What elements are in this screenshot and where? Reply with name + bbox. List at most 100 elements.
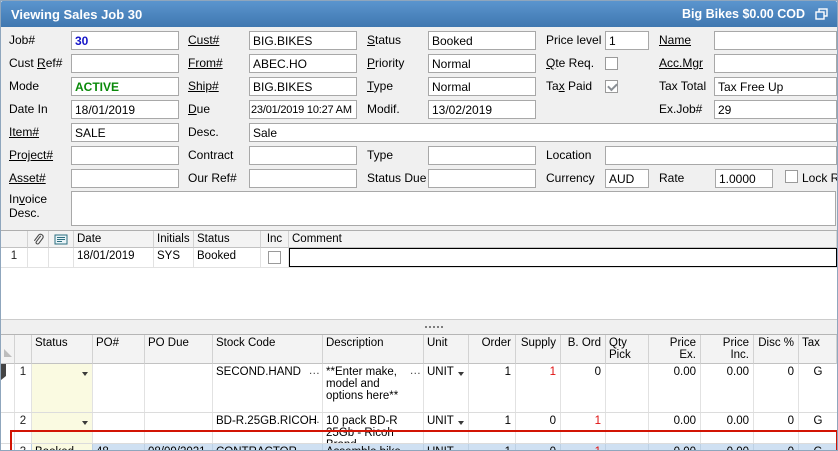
- acc-mgr-label[interactable]: Acc.Mgr: [659, 56, 703, 70]
- invoice-desc-field[interactable]: [71, 191, 836, 226]
- dropdown-arrow-icon[interactable]: [82, 421, 88, 425]
- description-cell[interactable]: Assemble bike: [323, 444, 424, 451]
- bord-cell[interactable]: 0: [561, 364, 606, 412]
- job-number-field[interactable]: 30: [71, 31, 179, 50]
- tax-cell[interactable]: G: [799, 413, 837, 443]
- modif-field[interactable]: 13/02/2019: [428, 100, 536, 119]
- order-cell[interactable]: 1: [469, 364, 516, 412]
- note-cell[interactable]: [49, 248, 74, 267]
- comment-date-cell[interactable]: 18/01/2019: [74, 248, 154, 267]
- price-ex-cell[interactable]: 0.00: [649, 364, 701, 412]
- our-ref-field[interactable]: [249, 169, 357, 188]
- item-number-label[interactable]: Item#: [9, 125, 39, 139]
- comment-inc-cell[interactable]: [261, 248, 289, 267]
- order-column-header[interactable]: Order: [469, 335, 516, 364]
- ship-number-field[interactable]: BIG.BIKES: [249, 77, 357, 96]
- type-field[interactable]: Normal: [428, 77, 536, 96]
- po-column-header[interactable]: PO#: [93, 335, 145, 364]
- name-label[interactable]: Name: [659, 33, 691, 47]
- order-cell[interactable]: 1: [469, 413, 516, 443]
- dropdown-arrow-icon[interactable]: [458, 421, 464, 425]
- desc-field[interactable]: Sale: [249, 123, 837, 142]
- note-column-header[interactable]: [49, 231, 74, 248]
- disc-cell[interactable]: 0: [754, 364, 799, 412]
- row-expander[interactable]: [1, 364, 15, 412]
- tax-column-header[interactable]: Tax: [799, 335, 837, 364]
- grid-splitter[interactable]: [1, 319, 837, 335]
- ellipsis-button[interactable]: …: [309, 446, 321, 451]
- acc-mgr-field[interactable]: [714, 54, 837, 73]
- description-cell[interactable]: 10 pack BD-R 25Gb - Ricoh Brand: [323, 413, 424, 443]
- stock-code-cell[interactable]: BD-R.25GB.RICOH…: [213, 413, 323, 443]
- lock-rate-checkbox[interactable]: [785, 170, 798, 183]
- disc-cell[interactable]: 0: [754, 413, 799, 443]
- qte-req-checkbox[interactable]: [605, 57, 618, 70]
- due-field[interactable]: 23/01/2019 10:27 AM: [249, 100, 357, 119]
- date-in-field[interactable]: 18/01/2019: [71, 100, 179, 119]
- attachment-column-header[interactable]: [28, 231, 49, 248]
- unit-cell[interactable]: UNIT: [424, 364, 469, 412]
- cust-number-field[interactable]: BIG.BIKES: [249, 31, 357, 50]
- bord-cell[interactable]: 1: [561, 413, 606, 443]
- description-column-header[interactable]: Description: [323, 335, 424, 364]
- item-number-field[interactable]: SALE: [71, 123, 179, 142]
- row-expander[interactable]: [1, 413, 15, 443]
- po-due-cell[interactable]: 08/09/2021: [145, 444, 213, 451]
- tax-cell[interactable]: G: [799, 444, 837, 451]
- name-field[interactable]: [714, 31, 837, 50]
- price-inc-cell[interactable]: 0.00: [701, 413, 754, 443]
- unit-cell[interactable]: UNIT: [424, 413, 469, 443]
- stock-code-cell[interactable]: CONTRACTOR…: [213, 444, 323, 451]
- price-level-field[interactable]: 1: [605, 31, 649, 50]
- status-column-header[interactable]: Status: [32, 335, 93, 364]
- stock-code-column-header[interactable]: Stock Code: [213, 335, 323, 364]
- location-field[interactable]: [605, 146, 837, 165]
- initials-column-header[interactable]: Initials: [154, 231, 194, 248]
- disc-column-header[interactable]: Disc %: [754, 335, 799, 364]
- cust-number-label[interactable]: Cust#: [188, 33, 219, 47]
- mode-field[interactable]: ACTIVE: [71, 77, 179, 96]
- comment-column-header[interactable]: Comment: [289, 231, 837, 248]
- priority-field[interactable]: Normal: [428, 54, 536, 73]
- comment-initials-cell[interactable]: SYS: [154, 248, 194, 267]
- project-number-label[interactable]: Project#: [9, 148, 53, 162]
- cust-ref-field[interactable]: [71, 54, 179, 73]
- po-cell[interactable]: 48: [93, 444, 145, 451]
- bord-cell[interactable]: 1: [561, 444, 606, 451]
- po-cell[interactable]: [93, 413, 145, 443]
- order-cell[interactable]: 1: [469, 444, 516, 451]
- ex-job-field[interactable]: 29: [714, 100, 837, 119]
- price-ex-cell[interactable]: 0.00: [649, 413, 701, 443]
- tax-cell[interactable]: G: [799, 364, 837, 412]
- date-column-header[interactable]: Date: [74, 231, 154, 248]
- inc-column-header[interactable]: Inc: [261, 231, 289, 248]
- qty-pick-cell[interactable]: [606, 364, 649, 412]
- supply-column-header[interactable]: Supply: [516, 335, 561, 364]
- stock-code-cell[interactable]: SECOND.HAND…: [213, 364, 323, 412]
- price-ex-column-header[interactable]: Price Ex.: [649, 335, 701, 364]
- status-cell[interactable]: [32, 364, 93, 412]
- status-cell[interactable]: Booked: [32, 444, 93, 451]
- unit-column-header[interactable]: Unit: [424, 335, 469, 364]
- from-number-label[interactable]: From#: [188, 56, 223, 70]
- from-number-field[interactable]: ABEC.HO: [249, 54, 357, 73]
- dropdown-arrow-icon[interactable]: [458, 372, 464, 376]
- restore-window-icon[interactable]: [815, 8, 829, 20]
- tax-total-field[interactable]: Tax Free Up: [714, 77, 837, 96]
- supply-cell[interactable]: 0: [516, 444, 561, 451]
- status-due-field[interactable]: [428, 169, 536, 188]
- qty-pick-column-header[interactable]: Qty Pick: [606, 335, 649, 364]
- currency-field[interactable]: AUD: [605, 169, 649, 188]
- bord-column-header[interactable]: B. Ord: [561, 335, 606, 364]
- supply-cell[interactable]: 1: [516, 364, 561, 412]
- contract-type-field[interactable]: [428, 146, 536, 165]
- status-column-header[interactable]: Status: [194, 231, 261, 248]
- comment-status-cell[interactable]: Booked: [194, 248, 261, 267]
- po-due-cell[interactable]: [145, 364, 213, 412]
- po-due-column-header[interactable]: PO Due: [145, 335, 213, 364]
- price-inc-column-header[interactable]: Price Inc.: [701, 335, 754, 364]
- expand-all-corner[interactable]: [1, 335, 15, 364]
- row-expander[interactable]: [1, 444, 15, 451]
- contract-field[interactable]: [249, 146, 357, 165]
- qty-pick-cell[interactable]: [606, 444, 649, 451]
